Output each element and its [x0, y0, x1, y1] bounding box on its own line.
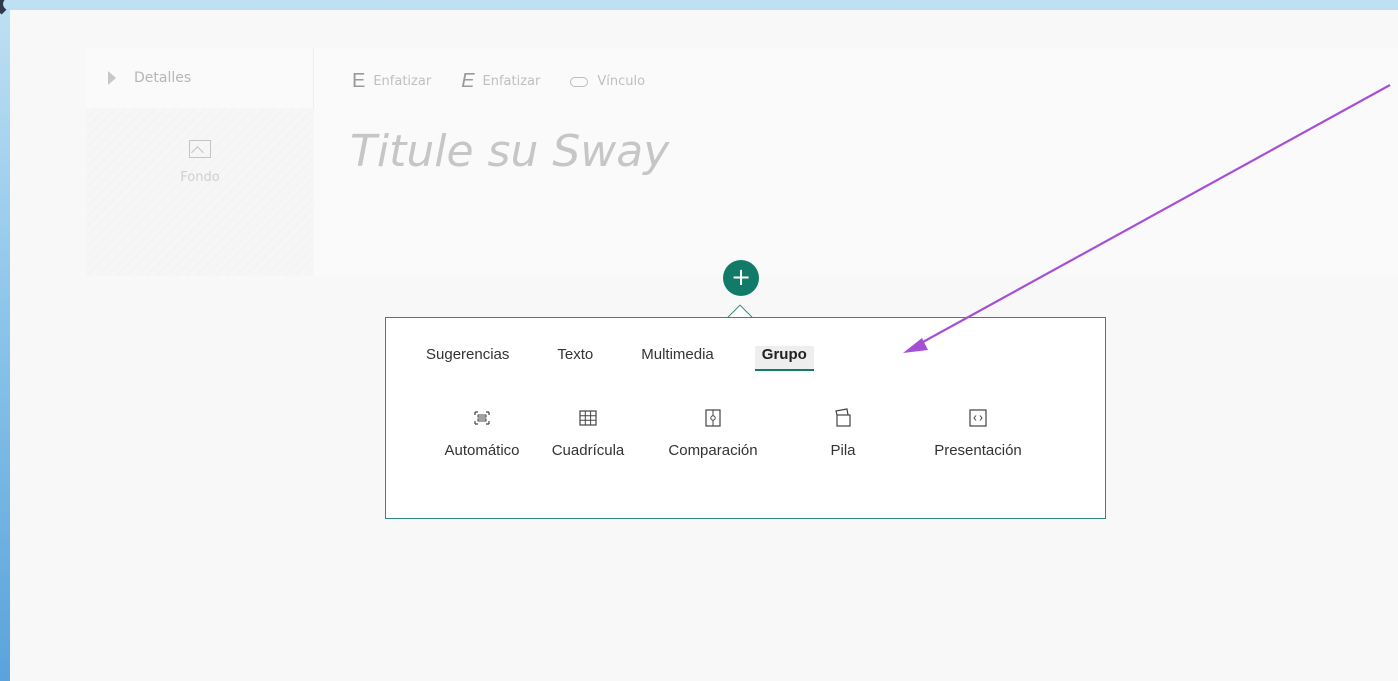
- annotation-arrow-line: [911, 84, 1391, 349]
- annotation-arrow: [903, 84, 1391, 353]
